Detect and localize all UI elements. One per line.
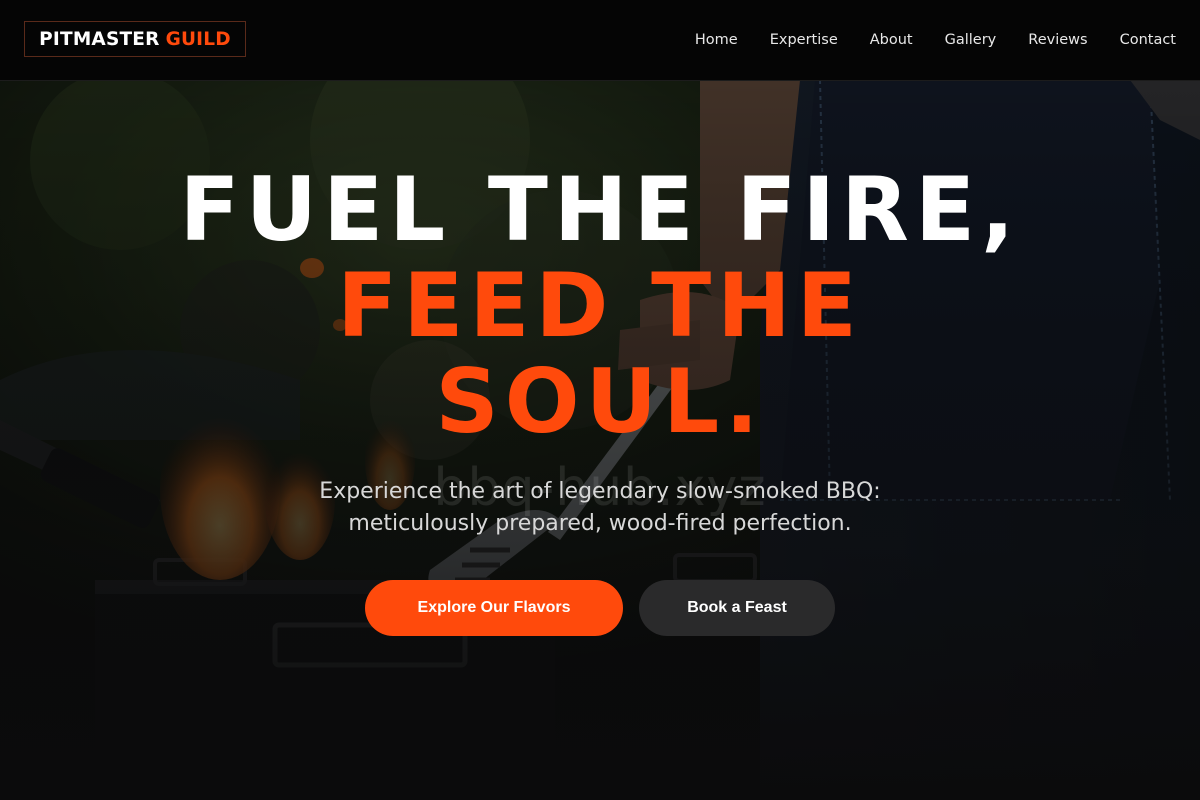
nav-expertise-link[interactable]: Expertise — [770, 32, 838, 48]
main-nav: Home Expertise About Gallery Reviews Con… — [695, 0, 1176, 80]
book-feast-button[interactable]: Book a Feast — [639, 580, 835, 636]
nav-reviews-link[interactable]: Reviews — [1028, 32, 1087, 48]
hero-subtitle-line1: Experience the art of legendary slow-smo… — [319, 479, 881, 504]
nav-home-link[interactable]: Home — [695, 32, 738, 48]
hero-headline-line3: SOUL. — [435, 350, 765, 453]
nav-gallery-link[interactable]: Gallery — [945, 32, 997, 48]
nav-contact-link[interactable]: Contact — [1120, 32, 1176, 48]
hero-headline-line1: FUEL THE FIRE, — [179, 158, 1021, 261]
explore-flavors-button[interactable]: Explore Our Flavors — [365, 580, 623, 636]
brand-name-part2: GUILD — [165, 28, 231, 50]
nav-about-link[interactable]: About — [870, 32, 913, 48]
hero-headline-line2: FEED THE — [337, 254, 863, 357]
top-navbar: PITMASTER GUILD Home Expertise About Gal… — [0, 0, 1200, 81]
hero-subtitle-line2: meticulously prepared, wood-fired perfec… — [348, 511, 852, 536]
landing-page: PITMASTER GUILD Home Expertise About Gal… — [0, 0, 1200, 800]
brand-logo[interactable]: PITMASTER GUILD — [24, 21, 246, 57]
hero-subtitle: Experience the art of legendary slow-smo… — [250, 476, 950, 540]
brand-name-part1: PITMASTER — [39, 28, 160, 50]
